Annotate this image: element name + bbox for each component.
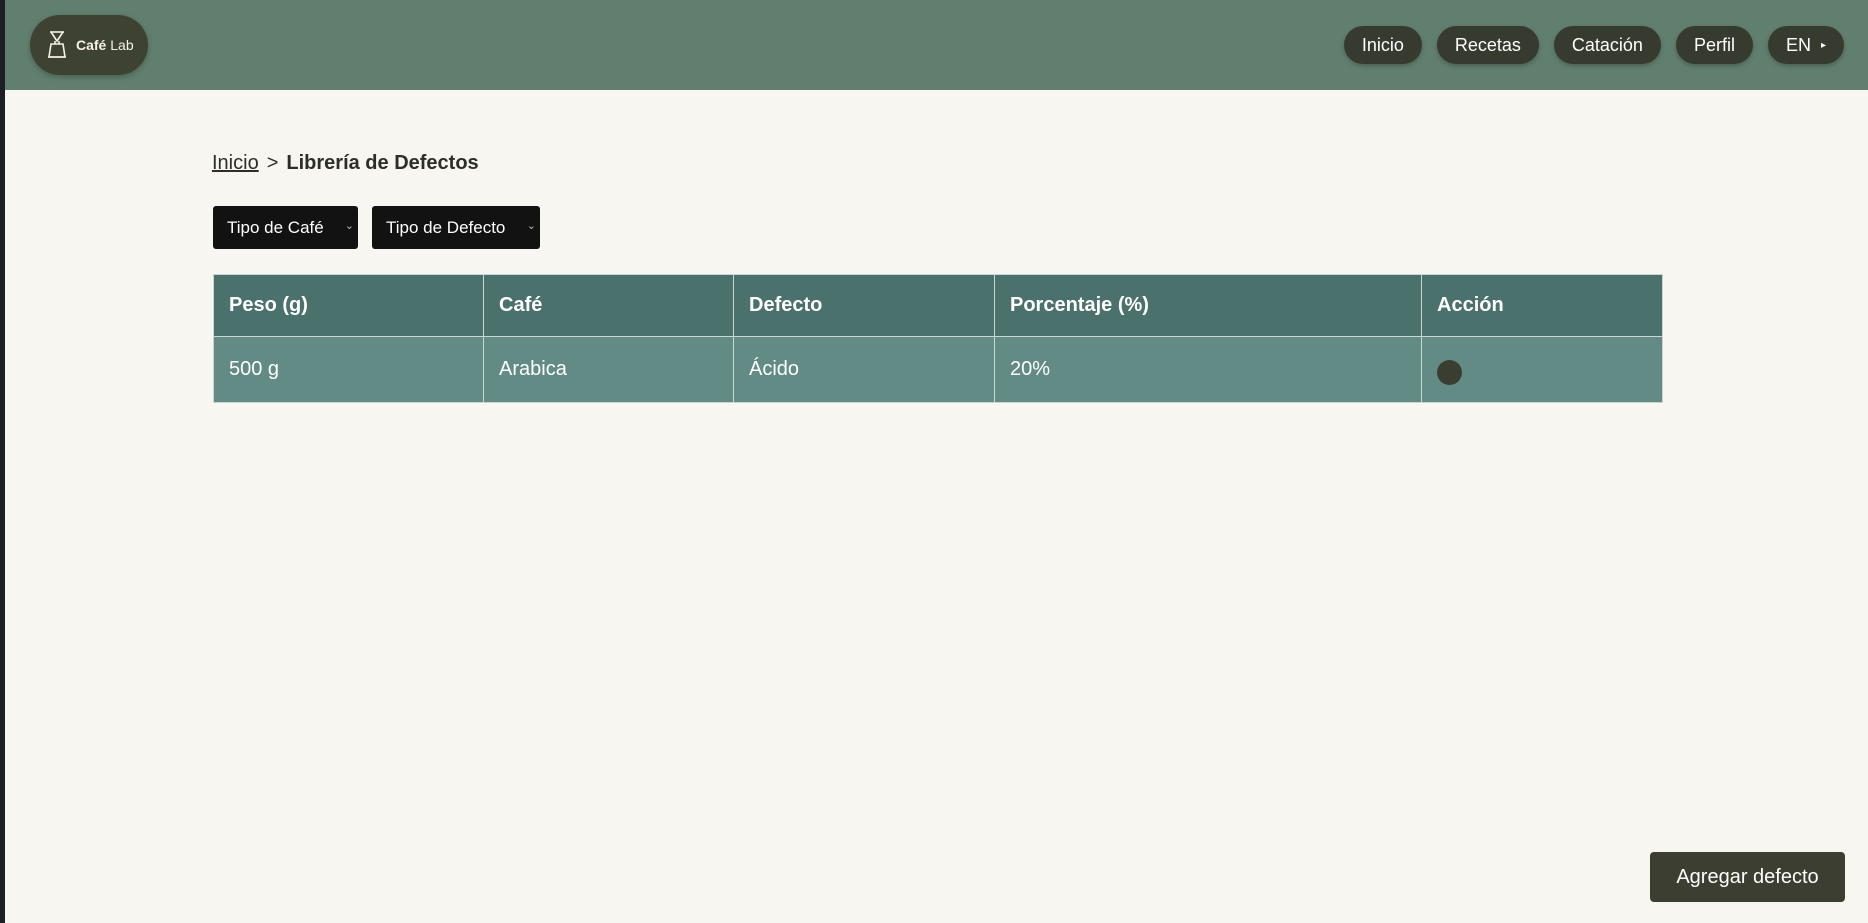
cell-percentage: 20% (994, 336, 1422, 403)
caret-right-icon: ▸ (1820, 39, 1826, 51)
table-header-row: Peso (g) Café Defecto Porcentaje (%) Acc… (213, 274, 1663, 337)
cafe-lab-logo[interactable]: Café Lab (30, 15, 148, 75)
column-header: Defecto (733, 274, 995, 337)
nav-recetas-button[interactable]: Recetas (1436, 26, 1539, 64)
chevron-down-icon: ⌄ (344, 220, 354, 232)
cell-action (1421, 336, 1663, 403)
column-header: Peso (g) (213, 274, 484, 337)
column-header: Acción (1421, 274, 1663, 337)
nav-catacion-button[interactable]: Catación (1553, 26, 1661, 64)
coffee-type-select[interactable]: Tipo de Café ⌄ (213, 206, 358, 249)
defects-table: Peso (g) Café Defecto Porcentaje (%) Acc… (213, 274, 1663, 403)
filter-bar: Tipo de Café ⌄ Tipo de Defecto ⌄ (213, 206, 540, 249)
main-nav: Inicio Recetas Catación Perfil EN ▸ (1343, 26, 1844, 64)
cell-defect: Ácido (733, 336, 995, 403)
column-header: Café (483, 274, 734, 337)
logo-text: Café Lab (76, 37, 134, 53)
breadcrumb-separator: > (266, 152, 279, 174)
coffee-dripper-icon (48, 31, 66, 58)
cell-coffee: Arabica (483, 336, 734, 403)
cell-weight: 500 g (213, 336, 484, 403)
breadcrumb-home-link[interactable]: Inicio (212, 152, 259, 174)
coffee-type-value: Tipo de Café (227, 217, 324, 237)
add-defect-button[interactable]: Agregar defecto (1650, 852, 1845, 902)
breadcrumb-current: Librería de Defectos (286, 152, 479, 174)
breadcrumb: Inicio > Librería de Defectos (212, 152, 479, 175)
defect-type-select[interactable]: Tipo de Defecto ⌄ (372, 206, 540, 249)
chevron-down-icon: ⌄ (526, 220, 536, 232)
top-header: Café Lab Inicio Recetas Catación Perfil … (5, 0, 1868, 90)
column-header: Porcentaje (%) (994, 274, 1422, 337)
window-edge (0, 0, 5, 923)
nav-perfil-button[interactable]: Perfil (1675, 26, 1753, 64)
language-selector[interactable]: EN ▸ (1767, 26, 1844, 64)
nav-inicio-button[interactable]: Inicio (1343, 26, 1422, 64)
table-row: 500 g Arabica Ácido 20% (213, 336, 1663, 403)
defect-type-value: Tipo de Defecto (386, 217, 506, 237)
language-label: EN (1785, 34, 1811, 55)
row-action-button[interactable] (1437, 360, 1462, 385)
